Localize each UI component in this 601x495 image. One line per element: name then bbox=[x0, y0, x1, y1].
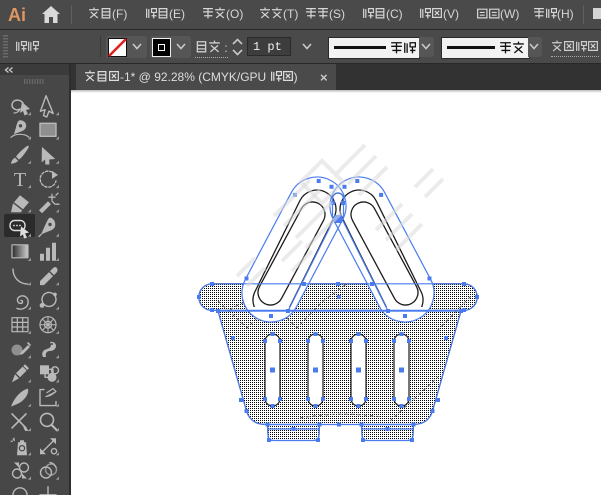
svg-text:T: T bbox=[14, 169, 26, 191]
